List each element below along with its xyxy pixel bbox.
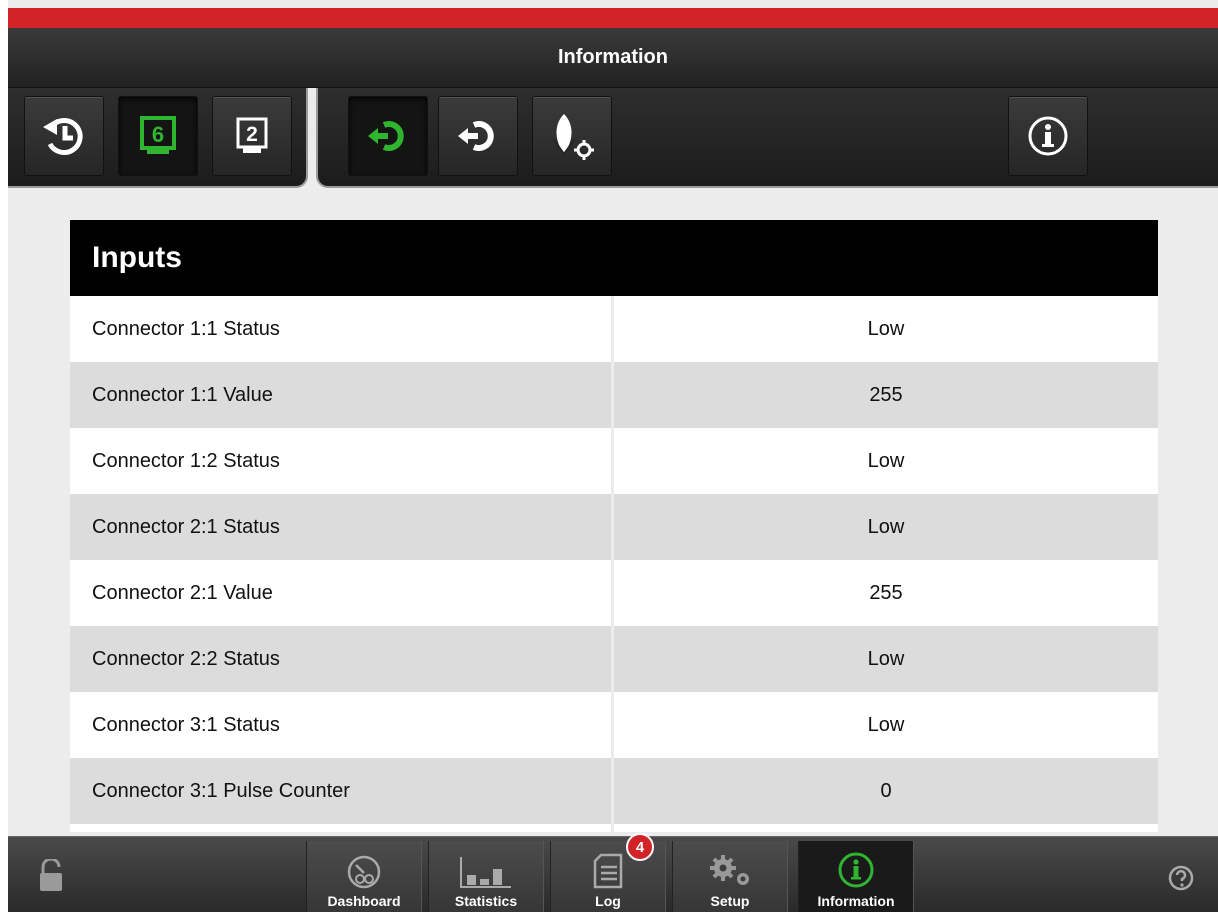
title-bar: Information — [8, 28, 1218, 88]
row-value: Low — [867, 647, 905, 670]
row-label: Connector 2:2 Status — [70, 626, 614, 692]
outputs-icon — [458, 121, 494, 151]
nav-log-button[interactable]: 4 Log — [550, 833, 666, 912]
display-2-icon: 2 — [236, 117, 268, 153]
display-6-button[interactable]: 6 — [118, 96, 198, 176]
row-label: Connector 1:2 Status — [70, 428, 614, 494]
page-title: Information — [558, 46, 668, 68]
row-label: Connector 1:1 Status — [70, 296, 614, 362]
row-value: Low — [867, 449, 905, 472]
toolbar-right-group — [316, 88, 1218, 188]
row-label: Connector 3:1 Pulse Counter — [70, 758, 614, 824]
table-row: Connector 2:1 Status Low — [70, 494, 1158, 560]
table-row — [70, 824, 1158, 832]
row-label: Connector 3:1 Status — [70, 692, 614, 758]
left-frame-edge — [0, 0, 8, 912]
row-value: 0 — [880, 779, 892, 802]
nav-log-label: Log — [595, 893, 621, 909]
row-label — [70, 824, 614, 832]
row-label: Connector 2:1 Value — [70, 560, 614, 626]
row-value: 255 — [869, 383, 903, 406]
nav-setup-label: Setup — [710, 893, 750, 909]
row-label: Connector 2:1 Status — [70, 494, 614, 560]
outputs-button[interactable] — [438, 96, 518, 176]
table-row: Connector 3:1 Pulse Counter 0 — [70, 758, 1158, 824]
log-icon — [593, 853, 623, 889]
inputs-panel: Inputs Connector 1:1 Status Low Connecto… — [70, 220, 1158, 832]
toolbar-left-group: 6 2 — [8, 88, 308, 188]
nav-dashboard-button[interactable]: Dashboard — [306, 841, 422, 912]
row-label: Connector 1:1 Value — [70, 362, 614, 428]
table-row: Connector 1:1 Value 255 — [70, 362, 1158, 428]
crop-settings-icon — [553, 114, 594, 160]
row-value: Low — [867, 713, 905, 736]
history-icon — [43, 118, 83, 155]
row-value: Low — [867, 317, 905, 340]
row-value: Low — [867, 515, 905, 538]
nav-dashboard-label: Dashboard — [327, 893, 401, 909]
display-6-icon: 6 — [140, 116, 176, 154]
table-row: Connector 1:1 Status Low — [70, 296, 1158, 362]
row-value — [614, 824, 1158, 832]
info-icon — [1028, 116, 1068, 156]
inputs-icon — [368, 121, 404, 151]
panel-header: Inputs — [70, 220, 1158, 296]
crop-settings-button[interactable] — [532, 96, 612, 176]
nav-information-button[interactable]: Information — [798, 841, 914, 912]
table-row: Connector 2:2 Status Low — [70, 626, 1158, 692]
info-icon — [838, 852, 874, 888]
display-2-button[interactable]: 2 — [212, 96, 292, 176]
log-count-badge: 4 — [626, 833, 654, 861]
panel-title: Inputs — [92, 241, 182, 274]
dashboard-icon — [347, 855, 381, 889]
unlocked-lock-icon[interactable] — [38, 859, 64, 893]
row-value: 255 — [869, 581, 903, 604]
bottom-nav-bar: Dashboard Statistics 4 Log Setup Informa… — [8, 833, 1218, 912]
table-row: Connector 2:1 Value 255 — [70, 560, 1158, 626]
setup-gears-icon — [710, 855, 749, 885]
help-icon[interactable] — [1168, 865, 1194, 891]
statistics-icon — [460, 857, 511, 888]
inputs-table[interactable]: Connector 1:1 Status Low Connector 1:1 V… — [70, 296, 1158, 832]
toolbar: 6 2 — [8, 88, 1218, 190]
history-button[interactable] — [24, 96, 104, 176]
nav-information-label: Information — [817, 893, 895, 909]
nav-statistics-button[interactable]: Statistics — [428, 841, 544, 912]
inputs-button[interactable] — [348, 96, 428, 176]
display-6-label: 6 — [152, 122, 164, 147]
nav-setup-button[interactable]: Setup — [672, 841, 788, 912]
nav-statistics-label: Statistics — [454, 893, 518, 909]
display-2-label: 2 — [246, 123, 258, 146]
top-accent-bar — [8, 8, 1218, 28]
info-button[interactable] — [1008, 96, 1088, 176]
table-row: Connector 3:1 Status Low — [70, 692, 1158, 758]
table-row: Connector 1:2 Status Low — [70, 428, 1158, 494]
